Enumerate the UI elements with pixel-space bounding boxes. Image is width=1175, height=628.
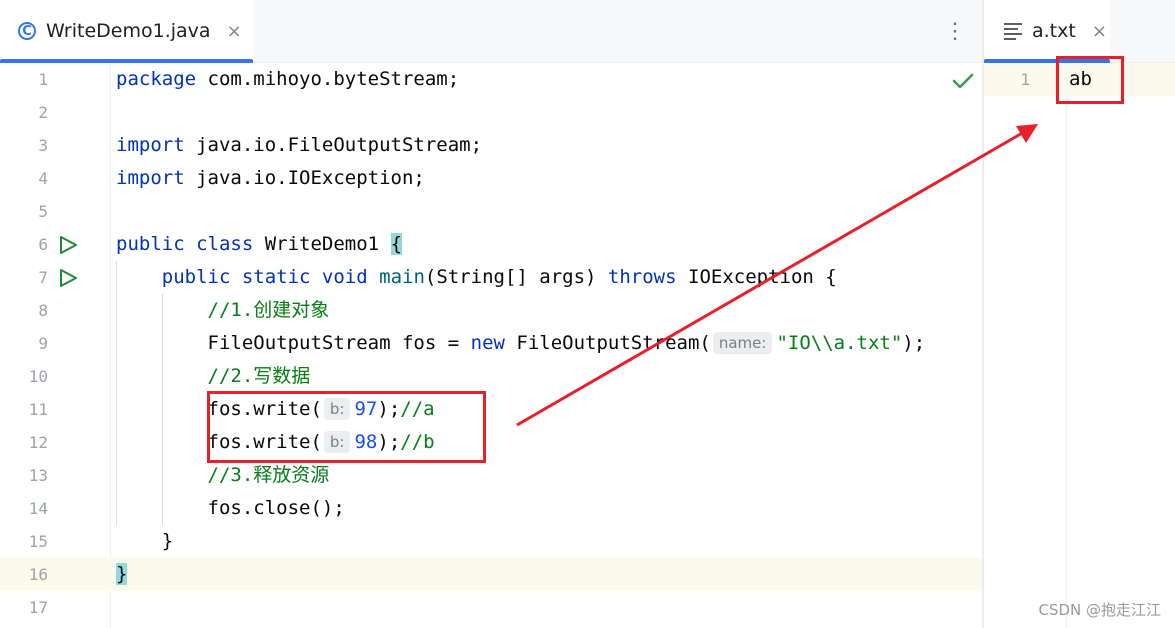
line-number: 15 [28,532,48,551]
code-line[interactable]: 4 import java.io.IOException; [0,162,982,195]
code-line[interactable]: 17 [0,591,982,624]
code-editor[interactable]: 1 package com.mihoyo.byteStream; 2 3 imp… [0,63,982,628]
line-number: 1 [38,70,48,89]
code-line[interactable]: 12 fos.write(b: 98);//b [0,426,982,459]
code-line[interactable]: 14 fos.close(); [0,492,982,525]
text-file-icon [1004,22,1022,40]
code-line[interactable]: 2 [0,96,982,129]
tab-a-txt[interactable]: a.txt × [984,0,1110,63]
line-number: 3 [38,136,48,155]
line-number: 1 [1020,70,1030,89]
run-icon[interactable] [58,268,78,288]
code-line[interactable]: 11 fos.write(b: 97);//a [0,393,982,426]
code-line[interactable]: 3 import java.io.FileOutputStream; [0,129,982,162]
code-text: //2.写数据 [207,365,311,387]
check-icon[interactable] [952,72,974,90]
line-number: 9 [38,334,48,353]
parameter-hint: name: [712,332,773,354]
tab-label: WriteDemo1.java [46,20,211,42]
code-line[interactable]: 1 package com.mihoyo.byteStream; [0,63,982,96]
line-number: 17 [28,598,48,617]
line-number: 16 [28,565,48,584]
line-number: 7 [38,268,48,287]
run-icon[interactable] [58,235,78,255]
code-text: public class WriteDemo1 { [116,233,403,255]
code-text: package com.mihoyo.byteStream; [116,68,460,90]
code-text: } [161,530,174,552]
code-line[interactable]: 7 public static void main(String[] args)… [0,261,982,294]
code-text: FileOutputStream fos = new FileOutputStr… [207,332,926,354]
code-line[interactable]: 6 public class WriteDemo1 { [0,228,982,261]
code-line[interactable]: 10 //2.写数据 [0,360,982,393]
left-tab-bar: C WriteDemo1.java × ⋮ [0,0,982,63]
line-number: 5 [38,202,48,221]
code-text: //1.创建对象 [207,299,330,321]
right-tab-bar: a.txt × [984,0,1175,63]
java-class-icon: C [18,22,36,40]
watermark: CSDN @抱走江江 [1038,601,1161,619]
highlight-box-write-calls [207,391,486,463]
line-number: 13 [28,466,48,485]
more-options-icon[interactable]: ⋮ [944,17,966,45]
line-number: 10 [28,367,48,386]
code-text: public static void main(String[] args) t… [161,266,837,288]
line-number: 6 [38,235,48,254]
code-text: import java.io.FileOutputStream; [116,134,483,156]
code-line[interactable]: 8 //1.创建对象 [0,294,982,327]
line-number: 2 [38,103,48,122]
line-number: 12 [28,433,48,452]
tab-label: a.txt [1032,20,1076,42]
matched-brace: { [390,233,403,255]
line-number: 14 [28,499,48,518]
code-line-current[interactable]: 16 } [0,558,982,591]
close-icon[interactable]: × [227,21,242,42]
code-text: fos.close(); [207,497,345,519]
tab-writedemo1-java[interactable]: C WriteDemo1.java × [0,0,253,63]
code-text: //3.释放资源 [207,464,330,486]
line-number: 8 [38,301,48,320]
line-number: 11 [28,400,48,419]
highlight-box-output [1056,56,1124,104]
matched-brace: } [116,563,128,585]
line-number: 4 [38,169,48,188]
code-text: } [116,558,128,591]
code-line[interactable]: 9 FileOutputStream fos = new FileOutputS… [0,327,982,360]
close-icon[interactable]: × [1092,21,1107,42]
gutter-separator [1066,63,1067,628]
code-line[interactable]: 13 //3.释放资源 [0,459,982,492]
code-line[interactable]: 15 } [0,525,982,558]
text-editor[interactable]: 1 ab [984,63,1175,628]
code-line[interactable]: 5 [0,195,982,228]
code-text: import java.io.IOException; [116,167,425,189]
